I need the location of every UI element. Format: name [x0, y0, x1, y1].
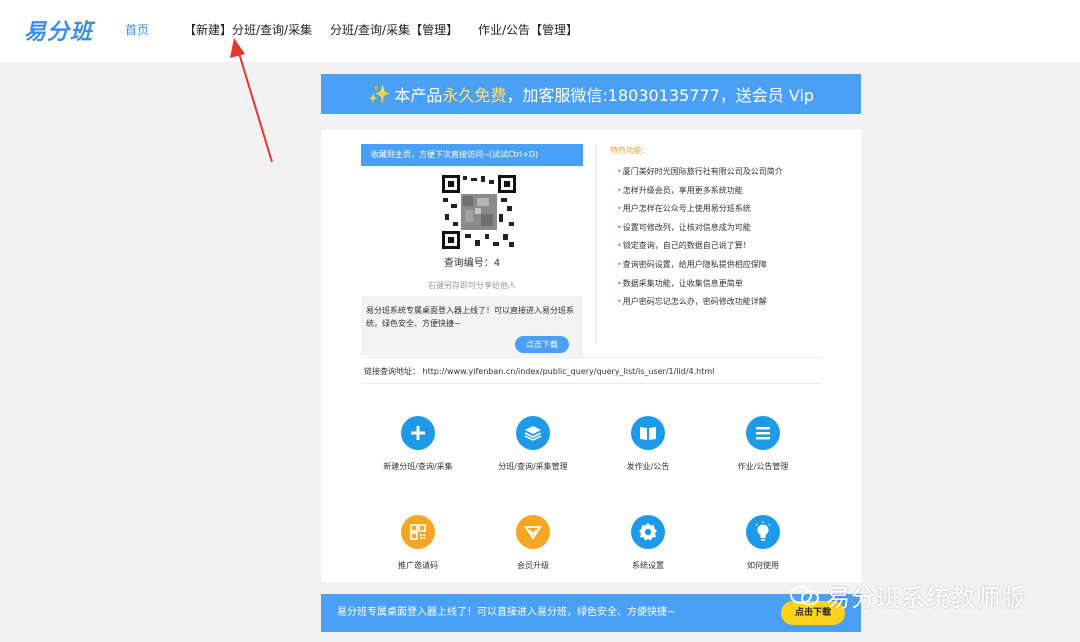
shortcut-manage-homework[interactable]: 作业/公告管理 [703, 416, 823, 472]
shortcut-label: 系统设置 [632, 561, 664, 570]
feature-link[interactable]: •设置可修改列，让核对信息成为可能 [617, 221, 783, 240]
shortcut-label: 发作业/公告 [626, 462, 670, 471]
feature-link[interactable]: •查询密码设置，给用户隐私提供相应保障 [617, 258, 783, 277]
bullet-icon: • [617, 259, 622, 269]
shortcut-label: 推广邀请码 [398, 561, 438, 570]
divider [361, 383, 821, 384]
bullet-icon: • [617, 204, 622, 214]
promo-prefix: 本产品 [394, 86, 443, 105]
book-icon [631, 416, 665, 450]
bullet-icon: • [617, 297, 622, 307]
query-number-label: 查询编号：4 [443, 258, 501, 269]
diamond-icon [516, 515, 550, 549]
shortcut-label: 新建分班/查询/采集 [383, 462, 453, 471]
shortcut-post-homework[interactable]: 发作业/公告 [588, 416, 708, 472]
vertical-divider [596, 144, 597, 344]
bookmark-hint-bar[interactable]: 收藏到主页，方便下次直接访问--(试试Ctrl+D) [361, 144, 583, 166]
bottom-download-banner: 易分班专属桌面登入器上线了！可以直接进入易分班，绿色安全、方便快捷~ 点击下载 [321, 594, 861, 632]
download-promo-box: 易分班系统专属桌面登入器上线了！可以直接进入易分班系统，绿色安全、方便快捷~ 点… [361, 296, 583, 356]
query-link-row: 链接查询地址： http://www.yifenban.cn/index/pub… [364, 366, 714, 377]
feature-link[interactable]: •数据采集功能，让收集信息更简单 [617, 277, 783, 296]
feature-link[interactable]: •用户密码忘记怎么办，密码修改功能详解 [617, 295, 783, 314]
download-button[interactable]: 点击下载 [515, 336, 569, 353]
list-icon [746, 416, 780, 450]
shortcut-member-upgrade[interactable]: 会员升级 [473, 515, 593, 571]
shortcut-manage-query[interactable]: 分班/查询/采集管理 [473, 416, 593, 472]
feature-link[interactable]: •怎样升级会员，享用更多系统功能 [617, 184, 783, 203]
bullet-icon: • [617, 278, 622, 288]
watermark-text: 易分班系统教师版 [826, 584, 1026, 612]
query-link-label: 链接查询地址： [364, 367, 420, 376]
download-promo-text: 易分班系统专属桌面登入器上线了！可以直接进入易分班系统，绿色安全、方便快捷~ [366, 306, 574, 328]
nav-item-home[interactable]: 首页 [125, 21, 149, 38]
qr-code-image[interactable] [441, 174, 517, 250]
nav-item-manage-homework[interactable]: 作业/公告【管理】 [478, 21, 578, 38]
bullet-icon: • [617, 241, 622, 251]
plus-icon [401, 416, 435, 450]
qr-code-icon [401, 515, 435, 549]
query-link-url[interactable]: http://www.yifenban.cn/index/public_quer… [423, 367, 715, 376]
shortcut-label: 分班/查询/采集管理 [498, 462, 568, 471]
shortcut-label: 会员升级 [517, 561, 549, 570]
main-card: 收藏到主页，方便下次直接访问--(试试Ctrl+D) 查询编号：4 右键另存即可… [321, 130, 861, 582]
logo[interactable]: 易分班 [24, 14, 93, 46]
promo-suffix: ，加客服微信:18030135777，送会员 Vip [506, 86, 815, 105]
bullet-icon: • [617, 167, 622, 176]
promo-banner: ✨ 本产品 永久免费 ，加客服微信:18030135777，送会员 Vip [321, 74, 861, 114]
layers-icon [516, 416, 550, 450]
gear-icon [631, 515, 665, 549]
feature-link[interactable]: •用户怎样在公众号上使用易分班系统 [617, 202, 783, 221]
bottom-banner-text: 易分班专属桌面登入器上线了！可以直接进入易分班，绿色安全、方便快捷~ [337, 607, 676, 618]
feature-link[interactable]: •锁定查询，自己的数据自己说了算！ [617, 239, 783, 258]
nav-item-manage-query[interactable]: 分班/查询/采集【管理】 [330, 21, 458, 38]
features-title: 特色功能： [610, 146, 650, 155]
wechat-watermark: 易分班系统教师版 [790, 578, 1026, 613]
divider [361, 357, 821, 358]
shortcut-how-to-use[interactable]: 如何使用 [703, 515, 823, 571]
shortcut-invite-code[interactable]: 推广邀请码 [358, 515, 478, 571]
save-share-hint: 右键另存即可分享给他人 [428, 281, 516, 290]
features-list: •厦门美好时光国际旅行社有限公司及公司简介 •怎样升级会员，享用更多系统功能 •… [617, 165, 783, 314]
shortcut-settings[interactable]: 系统设置 [588, 515, 708, 571]
promo-highlight: 永久免费 [442, 86, 507, 105]
shortcut-label: 如何使用 [747, 561, 779, 570]
shortcut-new-query[interactable]: 新建分班/查询/采集 [358, 416, 478, 472]
top-nav-bar: 易分班 首页 【新建】分班/查询/采集 分班/查询/采集【管理】 作业/公告【管… [0, 0, 1080, 62]
shortcut-label: 作业/公告管理 [737, 462, 789, 471]
sparkle-icon: ✨ [367, 83, 391, 105]
wechat-icon [790, 585, 819, 605]
red-arrow-annotation [230, 38, 273, 163]
bullet-icon: • [617, 222, 622, 232]
feature-link[interactable]: •厦门美好时光国际旅行社有限公司及公司简介 [617, 165, 783, 184]
bullet-icon: • [617, 185, 622, 195]
lightbulb-icon [746, 515, 780, 549]
